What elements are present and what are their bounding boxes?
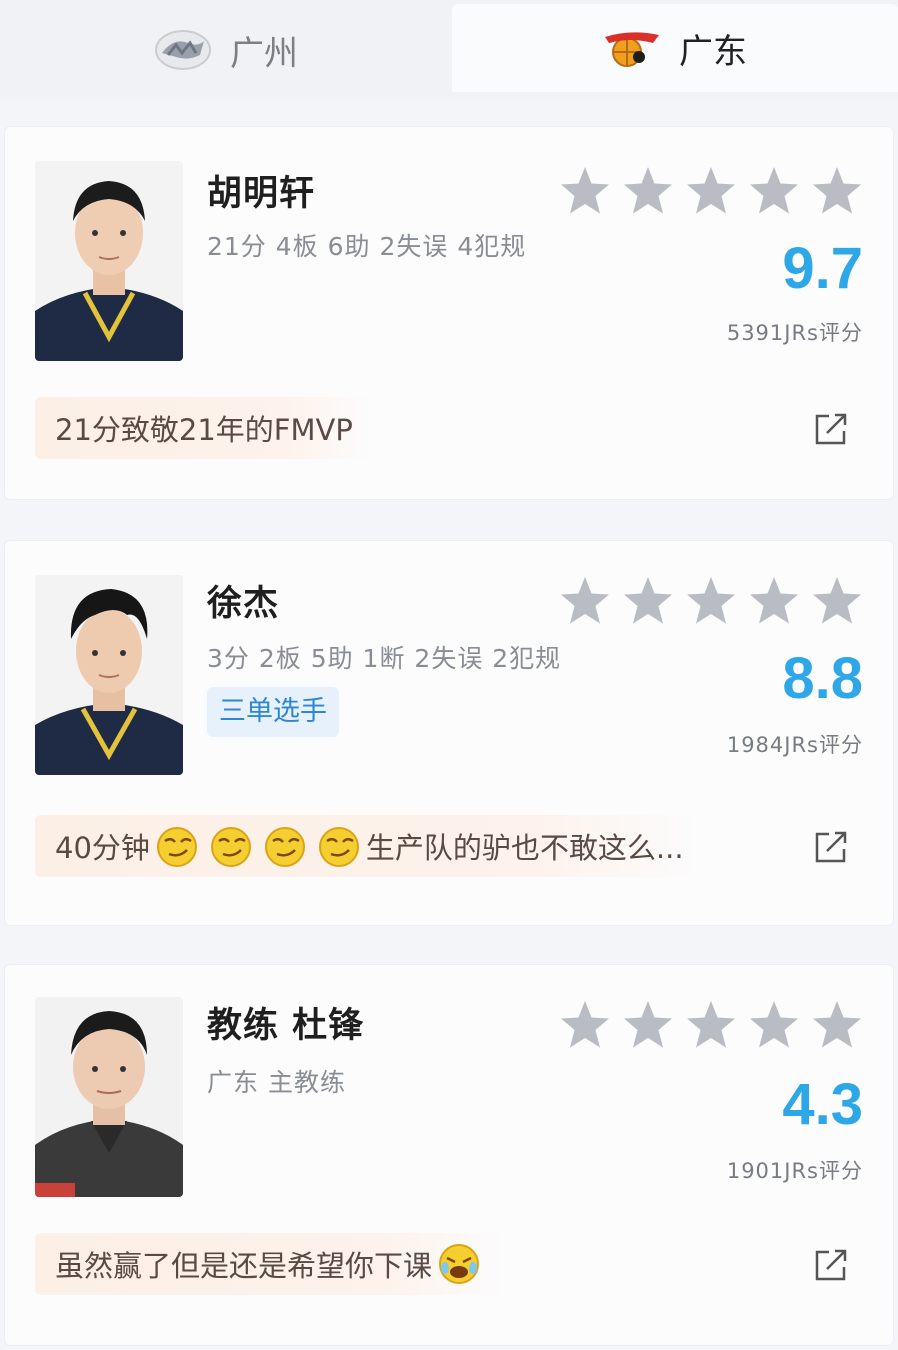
star-icon[interactable] xyxy=(559,165,611,217)
laughing-crying-emoji-icon xyxy=(439,1244,480,1284)
tab-label: 广州 xyxy=(230,33,298,74)
share-icon[interactable] xyxy=(813,411,849,447)
player-name: 胡明轩 xyxy=(207,174,316,214)
smirk-emoji-icon xyxy=(264,827,305,867)
star-icon[interactable] xyxy=(622,999,674,1051)
player-rating-card[interactable]: 徐杰 3分 2板 5助 1断 2失误 2犯规 三单选手 8.8 1984JRs评… xyxy=(4,540,894,926)
rating-stars[interactable] xyxy=(559,999,863,1055)
comment-text: 21分致敬21年的FMVP xyxy=(55,413,353,447)
star-icon[interactable] xyxy=(748,165,800,217)
star-icon[interactable] xyxy=(811,165,863,217)
rating-stars[interactable] xyxy=(559,165,863,221)
star-icon[interactable] xyxy=(685,165,737,217)
star-icon[interactable] xyxy=(559,999,611,1051)
comment-text-prefix: 40分钟 xyxy=(55,831,150,865)
smirk-emoji-icon xyxy=(318,827,359,867)
rating-stars[interactable] xyxy=(559,575,863,631)
rating-count: 5391JRs评分 xyxy=(726,321,863,345)
star-icon[interactable] xyxy=(811,999,863,1051)
player-photo xyxy=(35,161,183,361)
share-icon[interactable] xyxy=(813,1247,849,1283)
player-rating-card[interactable]: 胡明轩 21分 4板 6助 2失误 4犯规 9.7 5391JRs评分 21分致… xyxy=(4,126,894,500)
coach-rating-card[interactable]: 教练 杜锋 广东 主教练 4.3 1901JRs评分 虽然赢了但是还是希望你下课 xyxy=(4,964,894,1346)
top-comment[interactable]: 40分钟 生产队的驴也不敢这么... xyxy=(35,815,704,877)
player-stats: 21分 4板 6助 2失误 4犯规 xyxy=(207,232,527,261)
player-photo xyxy=(35,575,183,775)
star-icon[interactable] xyxy=(748,575,800,627)
player-name: 徐杰 xyxy=(207,584,280,624)
share-icon[interactable] xyxy=(813,829,849,865)
top-comment[interactable]: 虽然赢了但是还是希望你下课 xyxy=(35,1233,507,1295)
rating-count: 1984JRs评分 xyxy=(726,733,863,757)
star-icon[interactable] xyxy=(811,575,863,627)
smirk-emoji-icon xyxy=(156,827,197,867)
player-stats: 3分 2板 5助 1断 2失误 2犯规 xyxy=(207,644,562,673)
rating-count: 1901JRs评分 xyxy=(726,1159,863,1183)
comment-text: 虽然赢了但是还是希望你下课 xyxy=(55,1249,433,1283)
tab-label: 广东 xyxy=(679,31,747,72)
coach-name: 教练 杜锋 xyxy=(207,1006,365,1046)
smirk-emoji-icon xyxy=(210,827,251,867)
star-icon[interactable] xyxy=(685,999,737,1051)
star-icon[interactable] xyxy=(622,165,674,217)
rating-score: 4.3 xyxy=(782,1072,863,1137)
tab-guangzhou[interactable]: 广州 xyxy=(0,0,452,100)
tab-guangdong[interactable]: 广东 xyxy=(452,4,898,92)
star-icon[interactable] xyxy=(622,575,674,627)
star-icon[interactable] xyxy=(748,999,800,1051)
star-icon[interactable] xyxy=(685,575,737,627)
player-tag: 三单选手 xyxy=(207,687,339,737)
rating-score: 8.8 xyxy=(782,646,863,711)
top-comment[interactable]: 21分致敬21年的FMVP xyxy=(35,397,373,459)
rating-score: 9.7 xyxy=(782,236,863,301)
star-icon[interactable] xyxy=(559,575,611,627)
coach-photo xyxy=(35,997,183,1197)
guangdong-team-logo xyxy=(605,32,659,67)
coach-role: 广东 主教练 xyxy=(207,1068,346,1097)
comment-text-suffix: 生产队的驴也不敢这么... xyxy=(365,831,684,865)
guangzhou-team-logo xyxy=(155,30,211,70)
team-tab-bar: 广州 广东 xyxy=(0,0,898,100)
